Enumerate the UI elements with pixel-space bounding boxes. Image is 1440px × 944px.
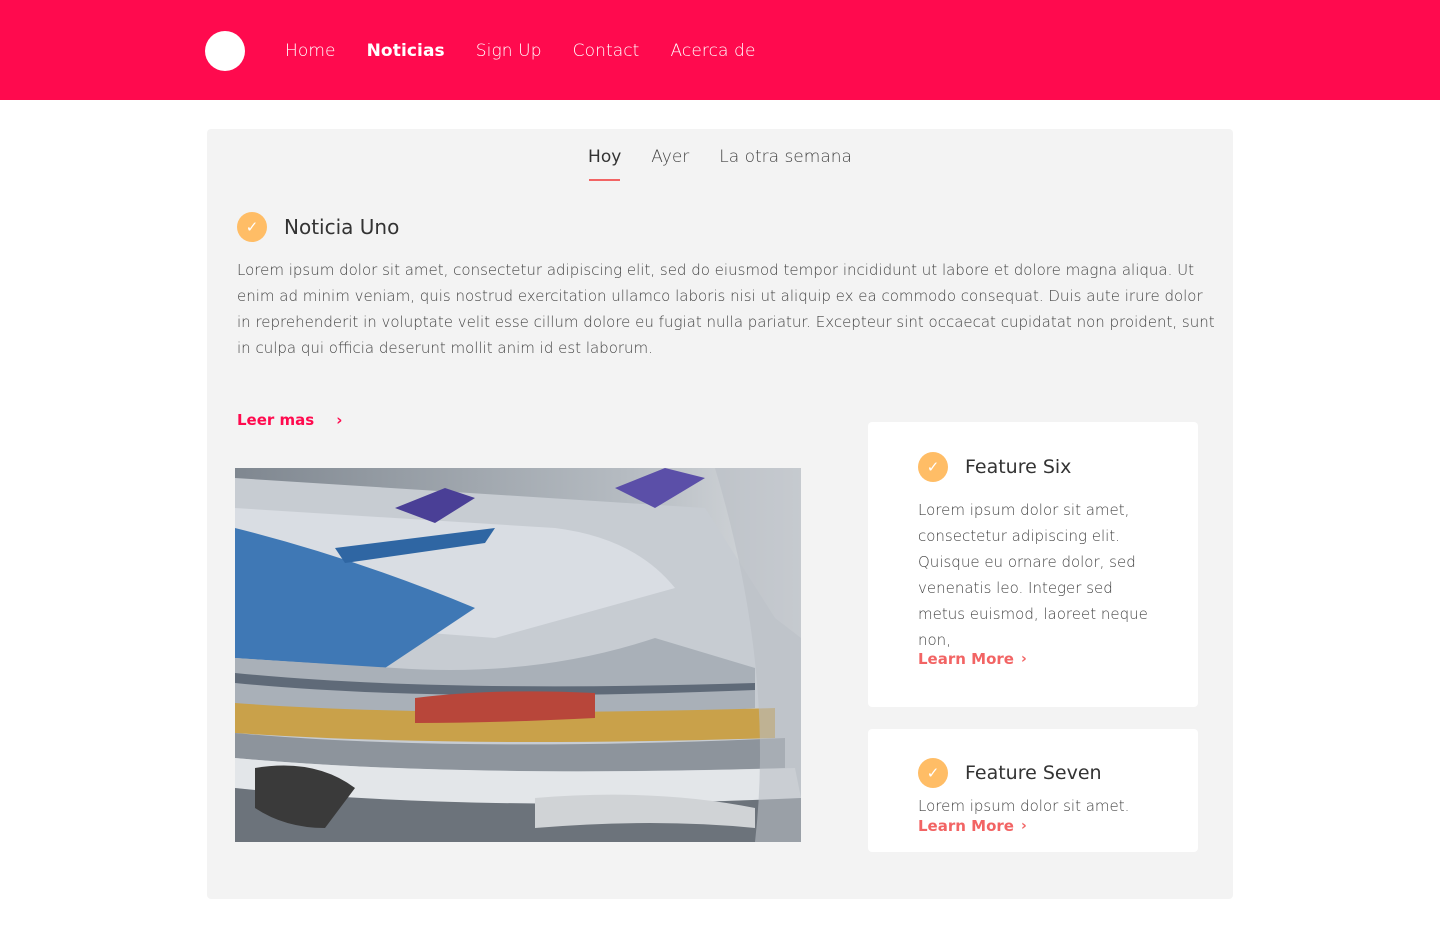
nav-item-home[interactable]: Home: [285, 41, 336, 61]
learn-more-label: Learn More: [918, 817, 1014, 835]
article-body: Lorem ipsum dolor sit amet, consectetur …: [237, 261, 1215, 357]
newspaper-stack-photo: [235, 468, 801, 842]
article-header: ✓ Noticia Uno: [237, 212, 399, 242]
news-panel: Hoy Ayer La otra semana ✓ Noticia Uno Lo…: [207, 129, 1233, 899]
check-icon: ✓: [918, 452, 948, 482]
article-title: Noticia Uno: [284, 215, 400, 239]
feature-six-text: Lorem ipsum dolor sit amet, consectetur …: [918, 501, 1148, 649]
tab-la-otra-semana[interactable]: La otra semana: [719, 147, 852, 181]
nav-item-contact[interactable]: Contact: [573, 41, 640, 61]
feature-seven-learn-more[interactable]: Learn More ›: [918, 817, 1027, 835]
learn-more-label: Learn More: [918, 650, 1014, 668]
tab-hoy[interactable]: Hoy: [588, 147, 621, 181]
nav-item-acerca-de[interactable]: Acerca de: [670, 41, 755, 61]
main-nav: Home Noticias Sign Up Contact Acerca de: [285, 37, 787, 65]
feature-seven-text: Lorem ipsum dolor sit amet.: [918, 797, 1130, 815]
nav-item-noticias[interactable]: Noticias: [367, 41, 445, 61]
top-nav-bar: Home Noticias Sign Up Contact Acerca de: [0, 0, 1440, 100]
logo[interactable]: [205, 31, 245, 71]
check-icon: ✓: [237, 212, 267, 242]
feature-six-header: ✓ Feature Six: [918, 452, 1071, 482]
chevron-right-icon: ›: [1020, 818, 1027, 834]
feature-six-learn-more[interactable]: Learn More ›: [918, 650, 1027, 668]
feature-seven-title: Feature Seven: [965, 762, 1102, 784]
chevron-right-icon: ›: [336, 411, 343, 429]
news-tabs: Hoy Ayer La otra semana: [207, 147, 1233, 181]
chevron-right-icon: ›: [1020, 651, 1027, 667]
check-icon: ✓: [918, 758, 948, 788]
feature-six-title: Feature Six: [965, 456, 1072, 478]
tab-ayer[interactable]: Ayer: [651, 147, 689, 181]
nav-item-sign-up[interactable]: Sign Up: [476, 41, 542, 61]
feature-card-seven: ✓ Feature Seven Lorem ipsum dolor sit am…: [868, 729, 1198, 852]
feature-seven-header: ✓ Feature Seven: [918, 758, 1102, 788]
read-more-label: Leer mas: [237, 411, 315, 429]
read-more-link[interactable]: Leer mas ›: [237, 411, 342, 429]
feature-card-six: ✓ Feature Six Lorem ipsum dolor sit amet…: [868, 422, 1198, 707]
